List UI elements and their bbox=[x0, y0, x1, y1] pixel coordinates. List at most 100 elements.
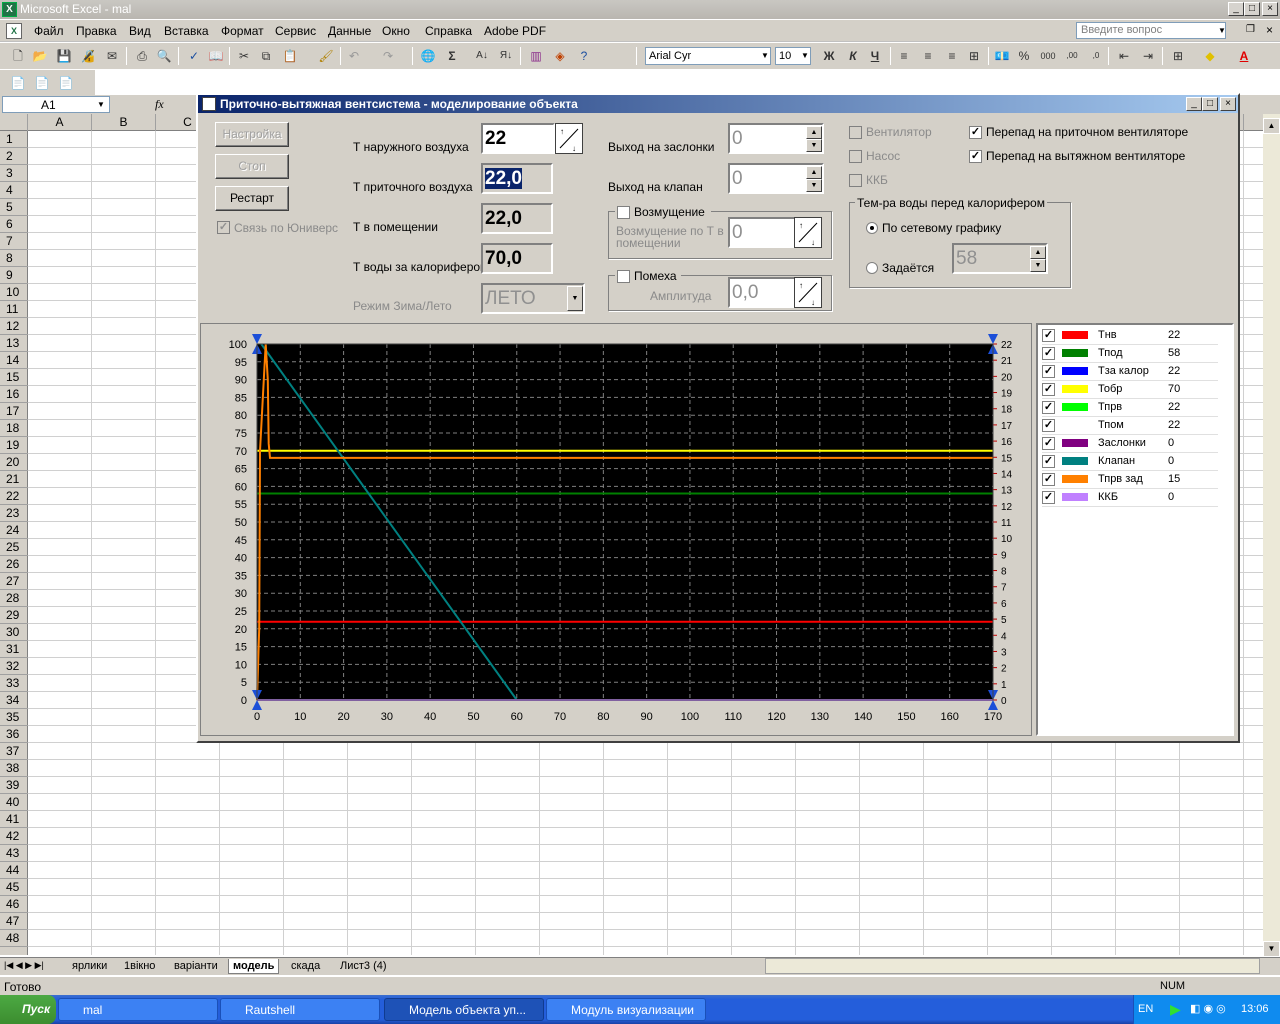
water-down-icon[interactable]: ▼ bbox=[1030, 259, 1046, 272]
borders-icon[interactable]: ⊞ bbox=[1170, 48, 1186, 64]
disturbance-ramp-icon[interactable]: ↑ ↓ bbox=[794, 217, 822, 248]
row-header-cell[interactable]: 19 bbox=[0, 437, 28, 454]
sheet-tab[interactable]: варіанти bbox=[170, 959, 222, 973]
row-header-cell[interactable]: 8 bbox=[0, 250, 28, 267]
horizontal-scrollbar[interactable] bbox=[765, 958, 1260, 974]
row-header-cell[interactable]: 7 bbox=[0, 233, 28, 250]
manual-radio[interactable] bbox=[866, 262, 878, 274]
task-mal[interactable]: mal bbox=[58, 998, 218, 1021]
stop-button[interactable]: Стоп bbox=[215, 154, 289, 179]
workbook-icon[interactable]: X bbox=[6, 23, 22, 39]
exhaust-dp-checkbox[interactable]: ✓ bbox=[969, 150, 982, 163]
increase-indent-icon[interactable]: ⇥ bbox=[1140, 48, 1156, 64]
row-header-cell[interactable]: 11 bbox=[0, 301, 28, 318]
minimize-icon[interactable]: _ bbox=[1228, 2, 1244, 16]
trend-chart[interactable]: 0 10 20 30 40 50 60 70 80 90 100 110 120 130 140 150 160… bbox=[201, 324, 1033, 737]
sheet-tab[interactable]: 1вікно bbox=[120, 959, 159, 973]
maximize-icon[interactable]: □ bbox=[1244, 2, 1260, 16]
font-name-select[interactable]: Arial Cyr bbox=[645, 47, 771, 65]
row-header-cell[interactable]: 12 bbox=[0, 318, 28, 335]
merge-center-icon[interactable]: ⊞ bbox=[966, 48, 982, 64]
row-header-cell[interactable]: 15 bbox=[0, 369, 28, 386]
percent-button[interactable]: % bbox=[1016, 48, 1032, 64]
fill-color-icon[interactable]: ◆ bbox=[1202, 48, 1218, 64]
task-model[interactable]: Модель объекта уп... bbox=[384, 998, 544, 1021]
align-left-icon[interactable]: ≡ bbox=[896, 48, 912, 64]
menu-help[interactable]: Справка bbox=[425, 24, 472, 38]
sort-desc-icon[interactable]: Я↓ bbox=[498, 48, 514, 64]
row-header-cell[interactable]: 18 bbox=[0, 420, 28, 437]
font-dropdown-icon[interactable]: ▼ bbox=[761, 51, 769, 60]
row-header-cell[interactable]: 16 bbox=[0, 386, 28, 403]
dialog-minimize-icon[interactable]: _ bbox=[1186, 97, 1202, 111]
row-header-cell[interactable]: 1 bbox=[0, 131, 28, 148]
row-header-cell[interactable]: 31 bbox=[0, 641, 28, 658]
language-indicator[interactable]: EN bbox=[1138, 1003, 1153, 1015]
legend-checkbox[interactable]: ✓ bbox=[1042, 437, 1055, 450]
sheet-tab[interactable]: ярлики bbox=[68, 959, 111, 973]
sheet-tab[interactable]: скада bbox=[287, 959, 324, 973]
legend-checkbox[interactable]: ✓ bbox=[1042, 473, 1055, 486]
row-header-cell[interactable]: 44 bbox=[0, 862, 28, 879]
damper-down-icon[interactable]: ▼ bbox=[806, 139, 822, 152]
print-icon[interactable]: ⎙ bbox=[134, 48, 150, 64]
row-header-cell[interactable]: 20 bbox=[0, 454, 28, 471]
legend-checkbox[interactable]: ✓ bbox=[1042, 491, 1055, 504]
amplitude-ramp-icon[interactable]: ↑ ↓ bbox=[794, 277, 822, 308]
legend-checkbox[interactable]: ✓ bbox=[1042, 401, 1055, 414]
supply-dp-checkbox[interactable]: ✓ bbox=[969, 126, 982, 139]
redo-icon[interactable]: ↷ bbox=[380, 48, 396, 64]
dialog-title[interactable]: Приточно-вытяжная вентсистема - моделиро… bbox=[198, 95, 1238, 113]
spelling-icon[interactable]: ✓ bbox=[186, 48, 202, 64]
disturbance-checkbox[interactable] bbox=[617, 206, 630, 219]
row-header-cell[interactable]: 3 bbox=[0, 165, 28, 182]
decrease-indent-icon[interactable]: ⇤ bbox=[1116, 48, 1132, 64]
kkb-checkbox[interactable] bbox=[849, 174, 862, 187]
legend-checkbox[interactable]: ✓ bbox=[1042, 455, 1055, 468]
row-header-cell[interactable]: 27 bbox=[0, 573, 28, 590]
thousands-button[interactable]: 000 bbox=[1040, 48, 1056, 64]
menu-file[interactable]: Файл bbox=[34, 24, 64, 38]
column-b[interactable]: B bbox=[92, 114, 156, 131]
play-icon[interactable]: ▶ bbox=[1170, 1001, 1181, 1018]
menu-view[interactable]: Вид bbox=[129, 24, 151, 38]
row-header-cell[interactable]: 36 bbox=[0, 726, 28, 743]
row-header-cell[interactable]: 37 bbox=[0, 743, 28, 760]
select-all-corner[interactable] bbox=[0, 114, 28, 131]
fan-checkbox[interactable] bbox=[849, 126, 862, 139]
paste-icon[interactable]: 📋 bbox=[282, 48, 298, 64]
row-header-cell[interactable]: 22 bbox=[0, 488, 28, 505]
vertical-scrollbar[interactable]: ▲ ▼ bbox=[1263, 114, 1280, 959]
close-icon[interactable]: × bbox=[1262, 2, 1278, 16]
open-icon[interactable]: 📂 bbox=[32, 48, 48, 64]
permission-icon[interactable]: 🔏 bbox=[80, 48, 96, 64]
restore-workbook-icon[interactable]: ❐ bbox=[1246, 24, 1255, 35]
scroll-up-icon[interactable]: ▲ bbox=[1263, 118, 1280, 134]
outdoor-ramp-icon[interactable]: ↑ ↓ bbox=[555, 123, 583, 154]
by-schedule-radio[interactable] bbox=[866, 222, 878, 234]
damper-up-icon[interactable]: ▲ bbox=[806, 126, 822, 139]
row-header-cell[interactable]: 33 bbox=[0, 675, 28, 692]
row-header-cell[interactable]: 4 bbox=[0, 182, 28, 199]
pdf-create-icon[interactable]: 📄 bbox=[10, 75, 26, 91]
sheet-tab-active[interactable]: модель bbox=[228, 959, 280, 974]
copy-icon[interactable]: ⧉ bbox=[258, 48, 274, 64]
mode-dropdown-icon[interactable]: ▼ bbox=[567, 286, 583, 311]
first-sheet-icon[interactable]: |◀ ◀ ▶ ▶| bbox=[4, 960, 44, 971]
start-button[interactable]: Пуск bbox=[0, 995, 56, 1024]
fx-icon[interactable]: fx bbox=[155, 97, 164, 112]
column-a[interactable]: A bbox=[28, 114, 92, 131]
row-header-cell[interactable]: 47 bbox=[0, 913, 28, 930]
research-icon[interactable]: 📖 bbox=[208, 48, 224, 64]
format-painter-icon[interactable]: 🖌 bbox=[318, 48, 334, 64]
pump-checkbox[interactable] bbox=[849, 150, 862, 163]
align-center-icon[interactable]: ≡ bbox=[920, 48, 936, 64]
pdf-email-icon[interactable]: 📄 bbox=[34, 75, 50, 91]
row-header-cell[interactable]: 14 bbox=[0, 352, 28, 369]
row-header-cell[interactable]: 35 bbox=[0, 709, 28, 726]
drawing-icon[interactable]: ◈ bbox=[552, 48, 568, 64]
dialog-close-icon[interactable]: × bbox=[1220, 97, 1236, 111]
row-header-cell[interactable]: 45 bbox=[0, 879, 28, 896]
restart-button[interactable]: Рестарт bbox=[215, 186, 289, 211]
noise-checkbox[interactable] bbox=[617, 270, 630, 283]
